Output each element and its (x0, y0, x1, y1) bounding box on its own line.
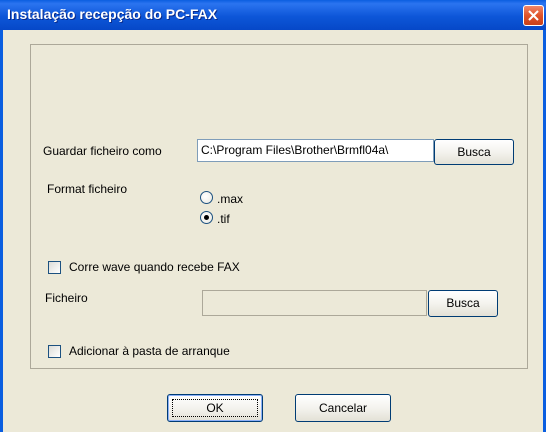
pcfax-receive-dialog: Instalação recepção do PC-FAX Guardar fi… (0, 0, 546, 432)
format-label: Format ficheiro (47, 182, 128, 196)
run-wave-checkbox[interactable] (48, 261, 61, 274)
wave-browse-label: Busca (446, 296, 480, 310)
save-browse-button[interactable]: Busca (434, 139, 514, 165)
save-file-label: Guardar ficheiro como (43, 144, 162, 158)
run-wave-label: Corre wave quando recebe FAX (69, 260, 240, 274)
cancel-label: Cancelar (318, 401, 368, 415)
radio-max-label: .max (217, 192, 244, 206)
window-border-left (0, 30, 3, 432)
radio-tif[interactable] (200, 211, 213, 224)
save-browse-label: Busca (457, 145, 491, 159)
radio-max[interactable] (200, 191, 213, 204)
startup-checkbox[interactable] (48, 345, 61, 358)
cancel-button[interactable]: Cancelar (295, 394, 391, 422)
radio-tif-label: .tif (217, 212, 230, 226)
close-icon (528, 10, 539, 21)
window-title: Instalação recepção do PC-FAX (7, 6, 218, 22)
startup-label: Adicionar à pasta de arranque (69, 344, 230, 358)
wave-browse-button[interactable]: Busca (428, 290, 498, 317)
ok-button[interactable]: OK (167, 394, 263, 422)
title-bar[interactable]: Instalação recepção do PC-FAX (0, 0, 546, 30)
wave-file-field[interactable] (202, 290, 427, 316)
save-path-field[interactable]: C:\Program Files\Brother\Brmfl04a\ (197, 139, 434, 162)
settings-group (30, 44, 528, 369)
wave-file-label: Ficheiro (45, 291, 88, 305)
close-button[interactable] (523, 5, 544, 26)
ok-focus-rect (172, 399, 258, 417)
radio-tif-selected-dot (204, 215, 209, 220)
